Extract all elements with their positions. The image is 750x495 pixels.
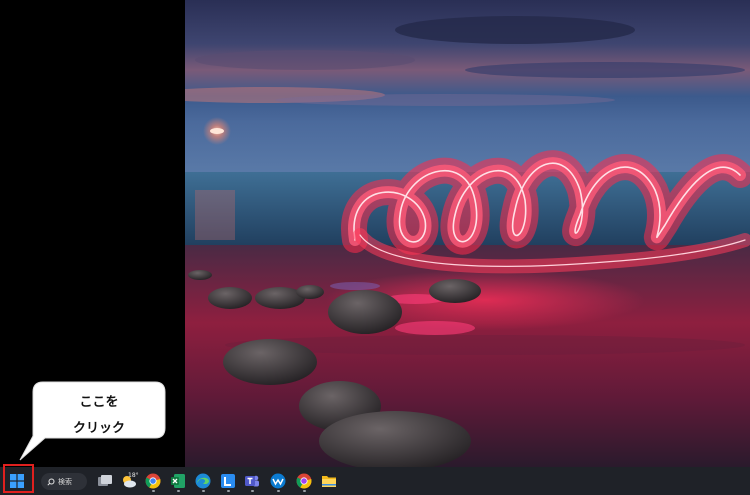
- callout-text-line2: クリック: [72, 421, 125, 436]
- taskbar-search-box[interactable]: 検索: [41, 473, 87, 490]
- running-indicator: [277, 490, 280, 492]
- running-indicator: [227, 490, 230, 492]
- excel-icon: [171, 474, 185, 488]
- file-explorer-button[interactable]: [317, 469, 341, 493]
- desktop-wallpaper: [185, 0, 750, 467]
- callout-text-line1: ここを: [79, 395, 119, 410]
- edge-icon: [195, 473, 211, 489]
- running-indicator: [177, 490, 180, 492]
- windows-logo-icon: [10, 474, 24, 488]
- chrome-icon: [296, 473, 312, 489]
- search-label: 検索: [58, 477, 72, 486]
- running-indicator: [202, 490, 205, 492]
- chrome-icon: [145, 473, 161, 489]
- taskbar: [0, 467, 750, 495]
- running-indicator: [303, 490, 306, 492]
- task-view-icon: [98, 475, 112, 486]
- weather-temperature: 18°: [128, 472, 139, 479]
- folder-icon: [322, 476, 336, 487]
- teams-icon: [245, 475, 259, 487]
- search-icon: [47, 478, 55, 486]
- webex-icon: [270, 473, 286, 489]
- line-icon: [221, 474, 235, 488]
- running-indicator: [251, 490, 254, 492]
- running-indicator: [152, 490, 155, 492]
- task-view-button[interactable]: [93, 469, 117, 493]
- start-button[interactable]: [5, 469, 29, 493]
